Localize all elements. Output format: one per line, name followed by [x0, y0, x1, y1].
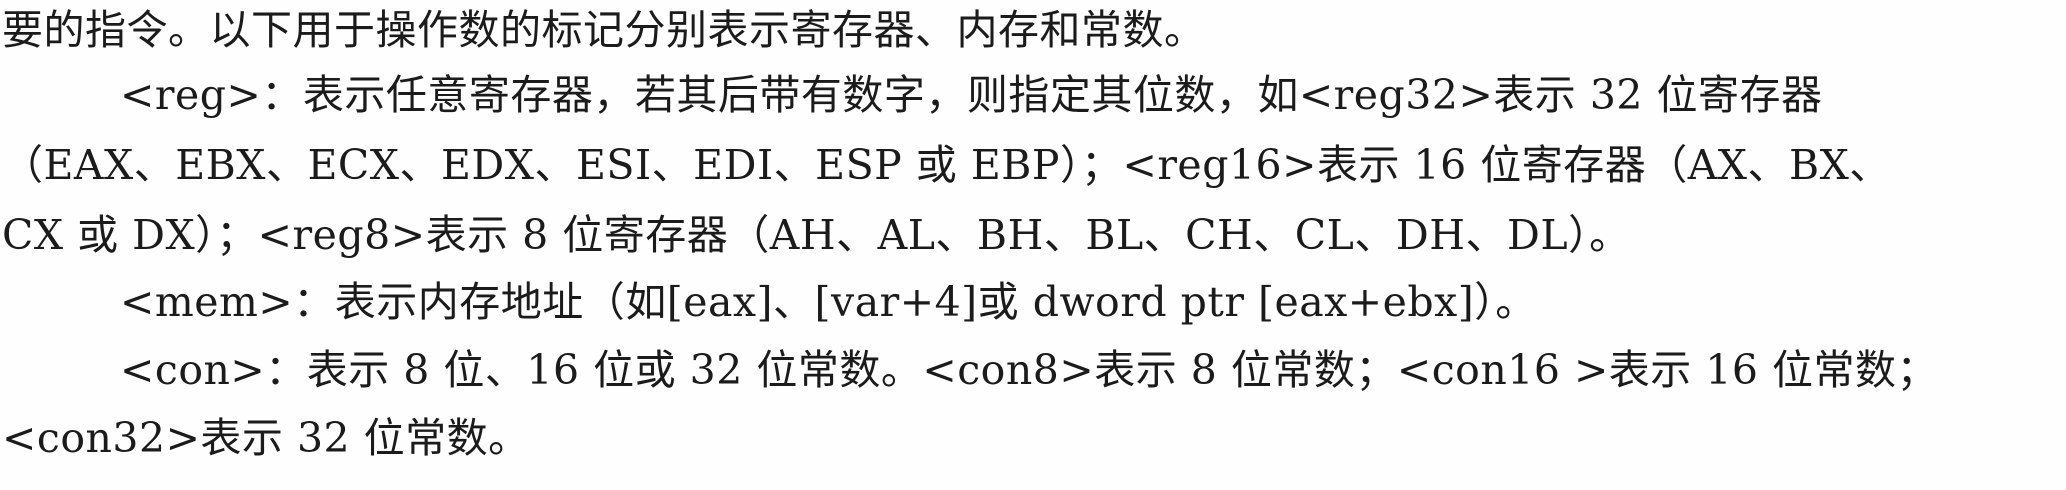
text-line-6: <con>：表示 8 位、16 位或 32 位常数。<con8>表示 8 位常数… — [120, 346, 1939, 394]
text-line-4: CX 或 DX）；<reg8>表示 8 位寄存器（AH、AL、BH、BL、CH、… — [2, 211, 1631, 259]
text-line-1: 要的指令。以下用于操作数的标记分别表示寄存器、内存和常数。 — [2, 6, 1206, 54]
document-page: 要的指令。以下用于操作数的标记分别表示寄存器、内存和常数。 <reg>：表示任意… — [0, 0, 2066, 490]
text-line-5: <mem>：表示内存地址（如[eax]、[var+4]或 dword ptr [… — [120, 278, 1537, 326]
text-line-2: <reg>：表示任意寄存器，若其后带有数字，则指定其位数，如<reg32>表示 … — [120, 71, 1823, 119]
text-line-7: <con32>表示 32 位常数。 — [2, 414, 530, 462]
text-line-3: （EAX、EBX、ECX、EDX、ESI、EDI、ESP 或 EBP）；<reg… — [2, 141, 1891, 189]
